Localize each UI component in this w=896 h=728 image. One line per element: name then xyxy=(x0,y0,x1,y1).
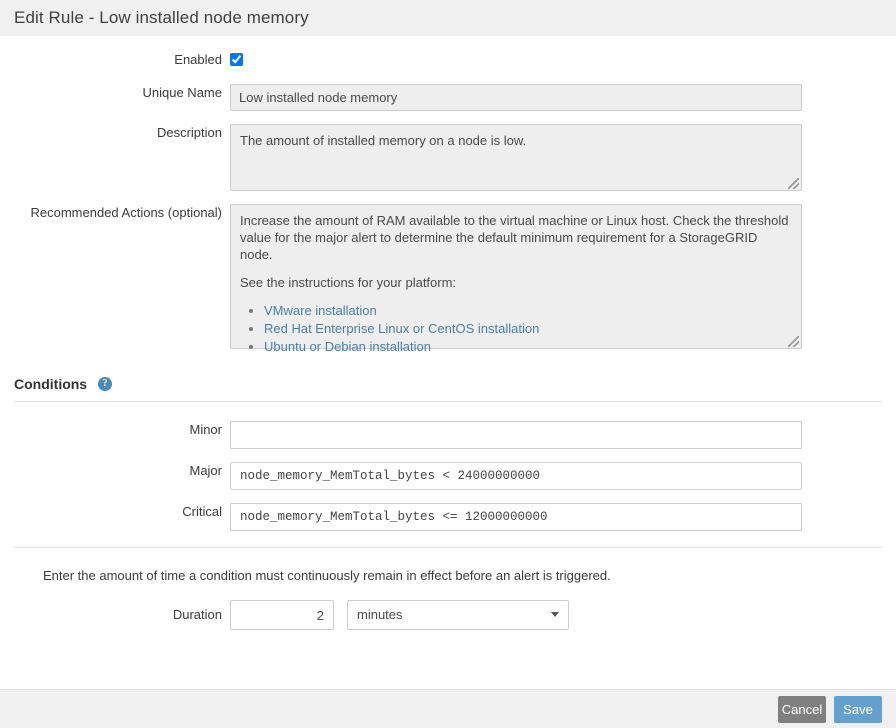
description-label: Description xyxy=(0,124,230,142)
conditions-title: Conditions xyxy=(14,376,87,392)
resize-grip-icon[interactable] xyxy=(788,336,799,347)
field-row-description: Description The amount of installed memo… xyxy=(0,124,896,191)
field-row-major: Major xyxy=(0,462,896,490)
recommended-actions-paragraph: Increase the amount of RAM available to … xyxy=(240,212,792,263)
critical-field xyxy=(230,503,896,531)
recommended-actions-field: Increase the amount of RAM available to … xyxy=(230,204,896,349)
page-title: Edit Rule - Low installed node memory xyxy=(14,8,309,28)
duration-label: Duration xyxy=(0,606,230,624)
description-field: The amount of installed memory on a node… xyxy=(230,124,896,191)
major-field xyxy=(230,462,896,490)
list-item: VMware installation xyxy=(264,302,792,319)
unique-name-label: Unique Name xyxy=(0,84,230,102)
link-vmware-installation[interactable]: VMware installation xyxy=(264,303,377,318)
dialog-header: Edit Rule - Low installed node memory xyxy=(0,0,896,36)
critical-label: Critical xyxy=(0,503,230,521)
cancel-button[interactable]: Cancel xyxy=(778,696,826,723)
duration-value-input[interactable] xyxy=(230,600,334,630)
major-condition-input[interactable] xyxy=(230,462,802,490)
field-row-unique-name: Unique Name xyxy=(0,84,896,111)
minor-field xyxy=(230,421,896,449)
section-divider xyxy=(14,547,882,548)
duration-hint-text: Enter the amount of time a condition mus… xyxy=(43,568,896,583)
enabled-label: Enabled xyxy=(0,51,230,69)
rule-form: Enabled Unique Name Description The amou… xyxy=(0,36,896,349)
unique-name-field xyxy=(230,84,896,111)
major-label: Major xyxy=(0,462,230,480)
field-row-recommended-actions: Recommended Actions (optional) Increase … xyxy=(0,204,896,349)
field-row-enabled: Enabled xyxy=(0,51,896,71)
critical-condition-input[interactable] xyxy=(230,503,802,531)
help-icon[interactable]: ? xyxy=(98,377,112,391)
description-text: The amount of installed memory on a node… xyxy=(240,133,526,148)
description-textarea[interactable]: The amount of installed memory on a node… xyxy=(230,124,802,191)
resize-grip-icon[interactable] xyxy=(788,178,799,189)
link-ubuntu-debian-installation[interactable]: Ubuntu or Debian installation xyxy=(264,339,431,354)
recommended-actions-textarea[interactable]: Increase the amount of RAM available to … xyxy=(230,204,802,349)
field-row-critical: Critical xyxy=(0,503,896,531)
list-item: Red Hat Enterprise Linux or CentOS insta… xyxy=(264,320,792,337)
enabled-checkbox[interactable] xyxy=(230,53,243,66)
field-row-minor: Minor xyxy=(0,421,896,449)
duration-field: minutes xyxy=(230,600,896,630)
minor-label: Minor xyxy=(0,421,230,439)
link-rhel-centos-installation[interactable]: Red Hat Enterprise Linux or CentOS insta… xyxy=(264,321,539,336)
dialog-footer: Cancel Save xyxy=(0,689,896,728)
conditions-section-header: Conditions ? xyxy=(14,376,882,402)
duration-unit-value[interactable]: minutes xyxy=(347,600,569,630)
recommended-actions-subheading: See the instructions for your platform: xyxy=(240,274,792,291)
unique-name-input[interactable] xyxy=(230,84,802,111)
enabled-field xyxy=(230,51,896,71)
platform-link-list: VMware installation Red Hat Enterprise L… xyxy=(240,302,792,355)
duration-unit-select[interactable]: minutes xyxy=(347,600,569,630)
field-row-duration: Duration minutes xyxy=(0,600,896,630)
save-button[interactable]: Save xyxy=(834,696,882,723)
list-item: Ubuntu or Debian installation xyxy=(264,338,792,355)
recommended-actions-label: Recommended Actions (optional) xyxy=(0,204,230,222)
conditions-form: Minor Major Critical xyxy=(0,402,896,531)
minor-condition-input[interactable] xyxy=(230,421,802,449)
